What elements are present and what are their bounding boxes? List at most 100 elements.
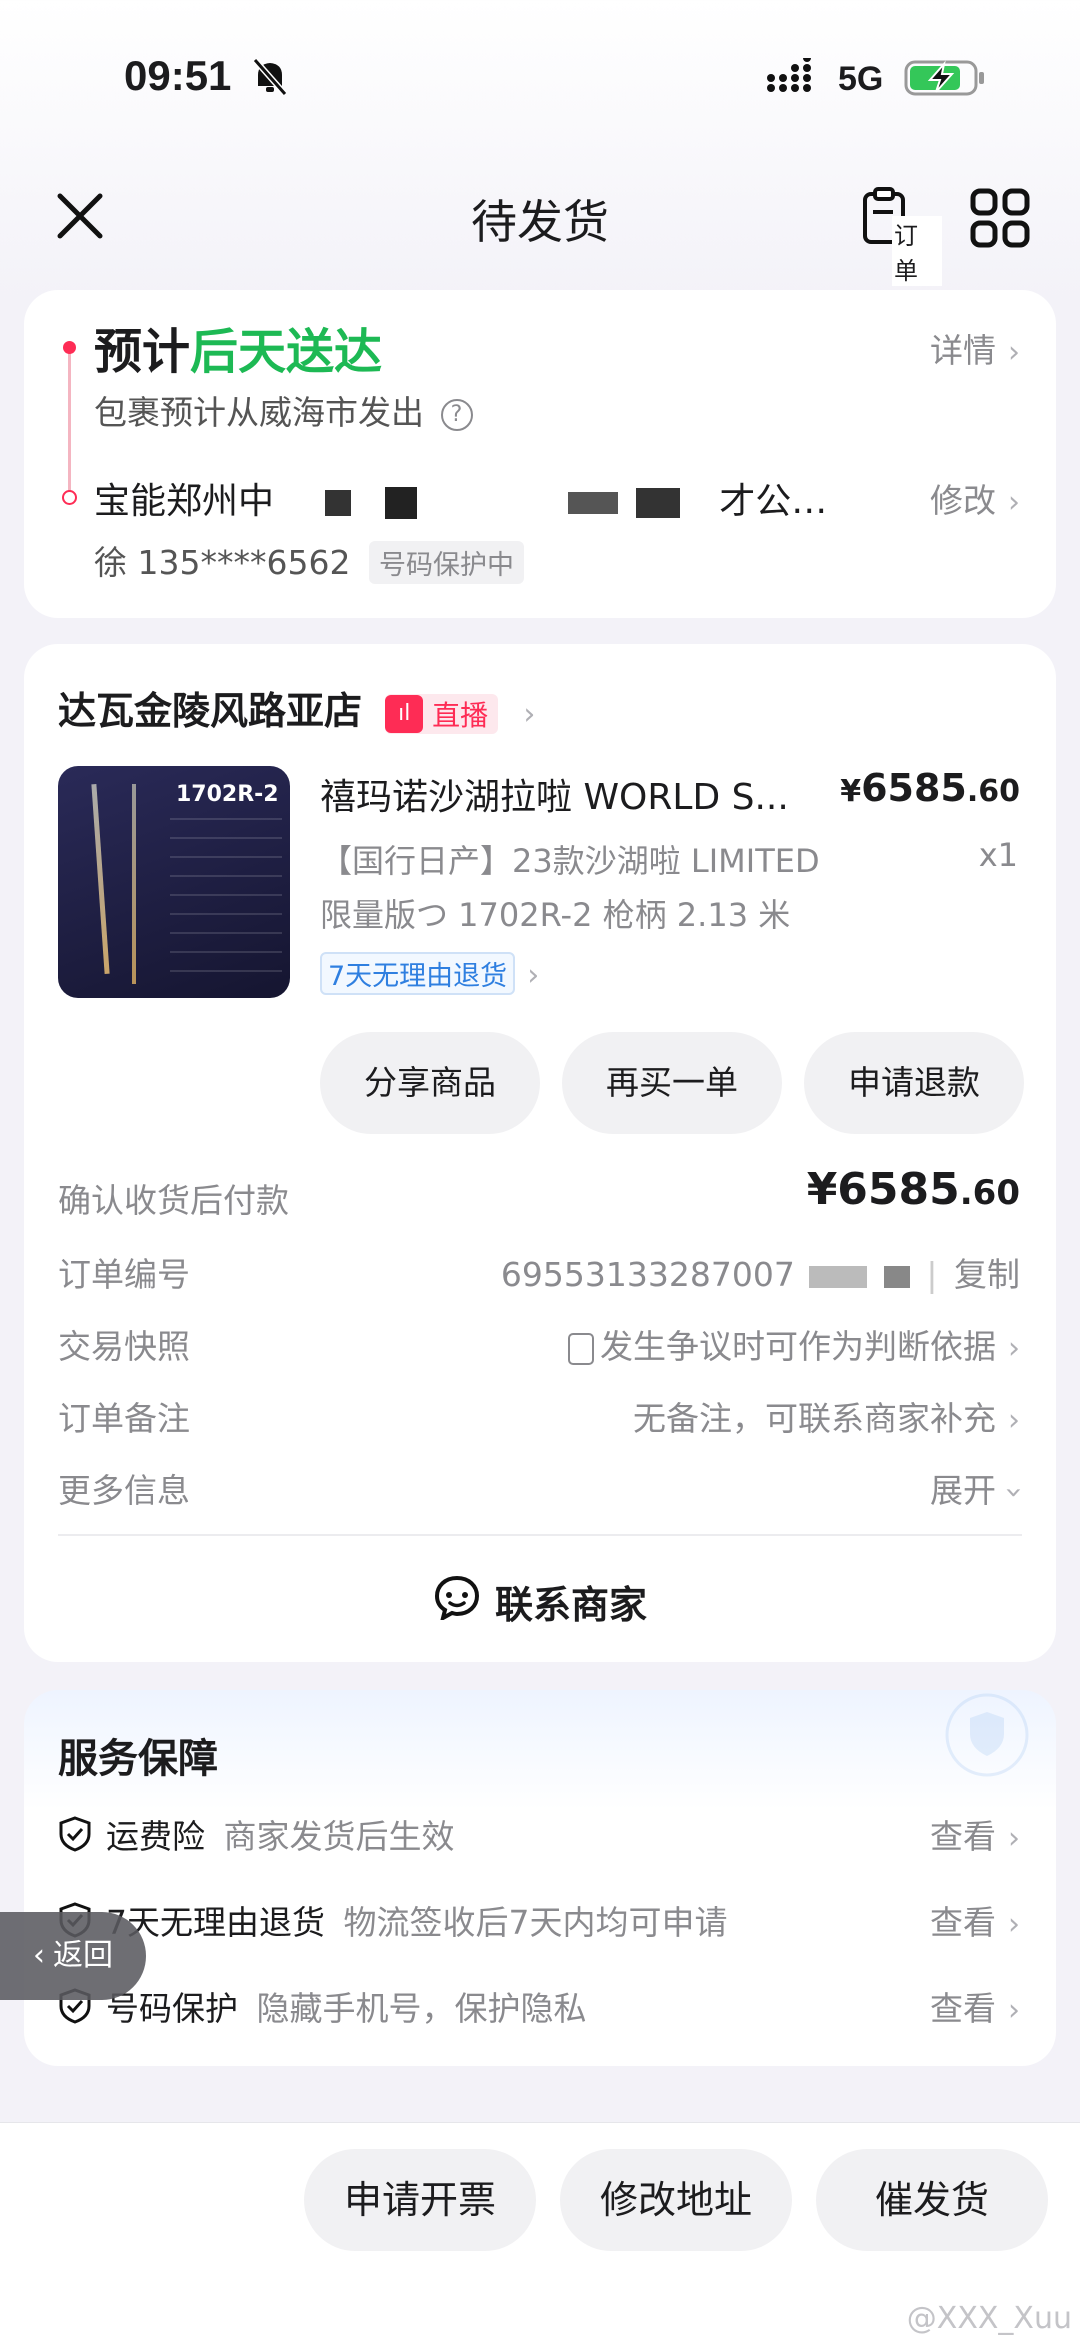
timeline-dot-top xyxy=(63,341,76,354)
chat-icon xyxy=(433,1574,481,1629)
view-link: 查看 xyxy=(930,1903,996,1942)
invoice-button[interactable]: 申请开票 xyxy=(304,2149,536,2251)
return-policy-badge[interactable]: 7天无理由退货 › xyxy=(320,952,539,995)
remark-value: 无备注，可联系商家补充 xyxy=(633,1399,996,1438)
snapshot-label: 交易快照 xyxy=(58,1327,190,1366)
orders-button[interactable]: 订单 xyxy=(862,186,942,286)
chevron-right-icon: › xyxy=(1008,335,1020,370)
service-item-return[interactable]: 7天无理由退货 物流签收后7天内均可申请 查看 › xyxy=(58,1896,1020,1946)
orders-label: 订单 xyxy=(892,216,942,286)
service-item-freight[interactable]: 运费险 商家发货后生效 查看 › xyxy=(58,1810,1020,1860)
product-price: ¥6585.60 xyxy=(840,766,1020,810)
thumb-model: 1702R-2 xyxy=(176,782,279,807)
service-desc: 商家发货后生效 xyxy=(223,1817,455,1856)
service-title: 服务保障 xyxy=(58,1736,218,1782)
shield-check-icon xyxy=(58,1816,92,1856)
product-thumbnail[interactable]: 1702R-2 xyxy=(58,766,290,998)
divider-bar: | xyxy=(926,1255,938,1294)
delivery-card: 预计后天送达 详情 › 包裹预计从威海市发出 ? 宝能郑州中 才公… 修改 › 徐 … xyxy=(24,290,1056,618)
price-dec: .60 xyxy=(966,774,1020,809)
snapshot-row[interactable]: 发生争议时可作为判断依据 › xyxy=(568,1320,1020,1368)
service-desc: 隐藏手机号，保护隐私 xyxy=(256,1989,587,2028)
chevron-right-icon: › xyxy=(1008,485,1020,520)
signal-icon xyxy=(766,54,822,100)
shield-decoration-icon xyxy=(942,1690,1032,1784)
store-name: 达瓦金陵风路亚店 xyxy=(58,689,363,733)
status-time: 09:51 xyxy=(124,52,232,99)
details-label: 详情 xyxy=(930,331,996,370)
live-badge[interactable]: ıl 直播 xyxy=(385,693,499,734)
redaction-block xyxy=(809,1265,868,1288)
address-end: 才公… xyxy=(719,481,828,522)
redaction-block xyxy=(568,492,619,514)
timeline-line xyxy=(68,348,71,498)
snapshot-value: 发生争议时可作为判断依据 xyxy=(600,1327,996,1366)
contact-merchant-button[interactable]: 联系商家 xyxy=(24,1574,1056,1629)
rod-image xyxy=(91,784,110,974)
product-desc-2: 限量版つ 1702R-2 枪柄 2.13 米 xyxy=(320,896,791,934)
product-qty: x1 xyxy=(978,836,1018,874)
pay-amount-dec: .60 xyxy=(959,1173,1020,1213)
chevron-right-icon: › xyxy=(1008,1821,1020,1856)
urge-shipping-button[interactable]: 催发货 xyxy=(816,2149,1048,2251)
back-button[interactable]: ‹ 返回 xyxy=(0,1912,146,2000)
address-start: 宝能郑州中 xyxy=(94,481,275,522)
chevron-right-icon: › xyxy=(1008,1993,1020,2028)
store-header[interactable]: 达瓦金陵风路亚店 ıl 直播 › xyxy=(58,680,535,735)
chevron-right-icon: › xyxy=(523,697,536,732)
divider xyxy=(58,1534,1022,1536)
service-name: 运费险 xyxy=(106,1817,205,1856)
modify-label: 修改 xyxy=(930,481,996,520)
battery-charging-icon xyxy=(904,58,986,102)
order-card: 达瓦金陵风路亚店 ıl 直播 › 1702R-2 禧玛诺沙湖拉啦 WORLD S… xyxy=(24,644,1056,1662)
pay-label: 确认收货后付款 xyxy=(58,1181,289,1220)
rebuy-button[interactable]: 再买一单 xyxy=(562,1032,782,1134)
order-number-label: 订单编号 xyxy=(58,1255,190,1294)
recipient: 徐 135****6562 xyxy=(94,543,351,582)
product-title[interactable]: 禧玛诺沙湖拉啦 WORLD S... xyxy=(320,768,789,820)
remark-label: 订单备注 xyxy=(58,1399,190,1438)
rod-image xyxy=(132,784,136,984)
document-icon xyxy=(568,1332,594,1365)
product-desc-1: 【国行日产】23款沙湖啦 LIMITED xyxy=(320,842,820,880)
spec-table xyxy=(170,818,282,986)
delivery-estimate: 预计后天送达 xyxy=(94,312,382,382)
redaction-block xyxy=(883,1265,910,1288)
grid-menu-icon[interactable] xyxy=(970,188,1030,252)
redaction-block xyxy=(325,490,352,516)
share-product-button[interactable]: 分享商品 xyxy=(320,1032,540,1134)
view-link: 查看 xyxy=(930,1817,996,1856)
redaction-block xyxy=(384,487,417,519)
back-label: 返回 xyxy=(53,1938,113,1973)
order-number-row: 69553133287007 | 复制 xyxy=(501,1248,1020,1296)
copy-button[interactable]: 复制 xyxy=(954,1255,1020,1294)
service-item-privacy[interactable]: 号码保护 隐藏手机号，保护隐私 查看 › xyxy=(58,1982,1020,2032)
pay-amount-int: ¥6585 xyxy=(806,1164,960,1215)
modify-address-button[interactable]: 修改地址 xyxy=(560,2149,792,2251)
chevron-right-icon: › xyxy=(1008,1403,1020,1438)
price-symbol: ¥ xyxy=(840,774,862,809)
details-link[interactable]: 详情 › xyxy=(930,324,1020,372)
service-card: 服务保障 运费险 商家发货后生效 查看 › 7天无理由退货 物流签收后7天内均可申… xyxy=(24,1690,1056,2066)
address-text: 宝能郑州中 才公… xyxy=(94,472,827,524)
bottom-bar: 申请开票 修改地址 催发货 @XXX_Xuu xyxy=(0,2122,1080,2349)
chevron-down-icon: › xyxy=(996,1486,1032,1499)
view-link: 查看 xyxy=(930,1989,996,2028)
network-type: 5G xyxy=(838,60,884,98)
recipient-info: 徐 135****6562 号码保护中 xyxy=(94,536,524,584)
refund-button[interactable]: 申请退款 xyxy=(804,1032,1024,1134)
price-int: 6585 xyxy=(861,766,967,810)
estimate-prefix: 预计 xyxy=(94,324,191,380)
origin-label: 包裹预计从威海市发出 xyxy=(94,393,424,432)
service-desc: 物流签收后7天内均可申请 xyxy=(343,1903,728,1942)
live-label: 直播 xyxy=(432,698,489,732)
remark-row[interactable]: 无备注，可联系商家补充 › xyxy=(633,1392,1020,1440)
expand-label: 展开 xyxy=(930,1471,996,1510)
chevron-right-icon: › xyxy=(1008,1907,1020,1942)
more-info-row[interactable]: 展开› xyxy=(930,1464,1032,1512)
origin-text: 包裹预计从威海市发出 ? xyxy=(94,386,473,434)
modify-address-link[interactable]: 修改 › xyxy=(930,474,1020,522)
silent-bell-icon xyxy=(250,56,290,102)
help-icon[interactable]: ? xyxy=(440,398,473,431)
order-number: 69553133287007 xyxy=(500,1255,795,1294)
